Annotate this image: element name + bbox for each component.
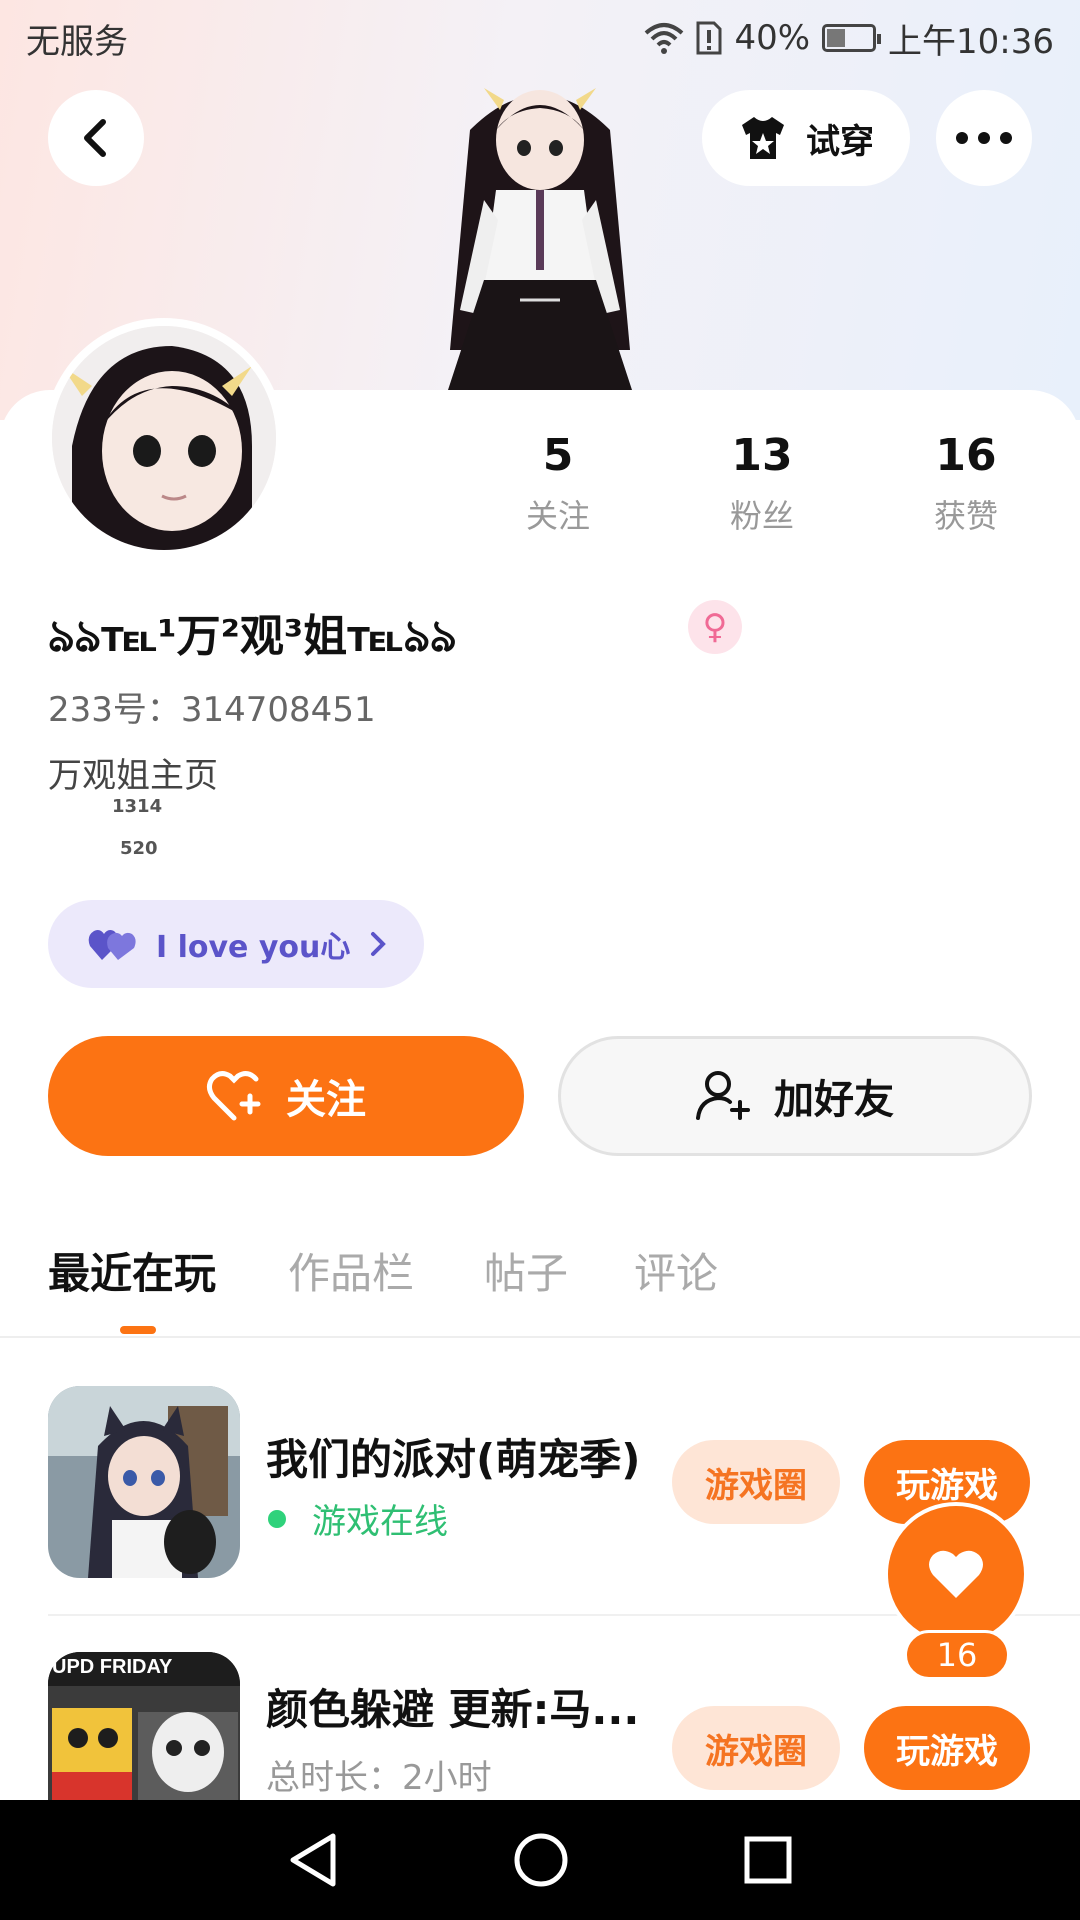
carrier-label: 无服务 <box>26 21 128 62</box>
back-button[interactable] <box>48 90 144 186</box>
tab-comments[interactable]: 评论 <box>634 1240 718 1301</box>
profile-stats: 5 关注 13 粉丝 16 获赞 <box>0 430 1080 550</box>
double-heart-icon <box>88 930 136 960</box>
status-icons: 40% 上午10:36 <box>644 14 1054 63</box>
try-on-label: 试穿 <box>806 121 874 162</box>
more-dots-icon <box>956 132 1012 144</box>
chevron-left-icon <box>84 119 106 157</box>
game-title: 我们的派对(萌宠季) <box>266 1435 641 1484</box>
like-floating-button[interactable] <box>884 1502 1028 1646</box>
user-id: 233号：314708451 <box>48 690 376 730</box>
tshirt-star-icon <box>742 117 784 159</box>
wifi-icon <box>645 23 684 54</box>
tab-recent-played[interactable]: 最近在玩 <box>48 1240 216 1301</box>
bio-line: 520 <box>120 838 158 859</box>
nav-recents-icon[interactable] <box>743 1835 793 1885</box>
add-friend-button[interactable]: 加好友 <box>558 1036 1032 1156</box>
stat-likes[interactable]: 16 获赞 <box>886 430 1046 537</box>
clock: 上午10:36 <box>888 21 1054 62</box>
add-friend-label: 加好友 <box>774 1077 894 1123</box>
sim-alert-icon <box>696 21 722 55</box>
stat-value: 16 <box>935 430 997 481</box>
status-bar: 无服务 40% 上午10:36 <box>0 0 1080 76</box>
stat-value: 13 <box>731 430 793 481</box>
game-icon-caption: UPD FRIDAY <box>52 1656 173 1678</box>
online-status-dot <box>268 1510 286 1528</box>
game-status: 游戏在线 <box>312 1502 448 1542</box>
system-navigation-bar <box>0 1800 1080 1920</box>
badge-label: I love you心 <box>156 930 351 965</box>
character-model-image <box>448 88 632 390</box>
battery-icon <box>822 24 882 52</box>
nav-home-icon[interactable] <box>513 1832 569 1888</box>
follow-button[interactable]: 关注 <box>48 1036 524 1156</box>
try-on-button[interactable]: 试穿 <box>702 90 910 186</box>
stat-label: 获赞 <box>933 497 998 535</box>
bio-line: 1314 <box>112 796 163 817</box>
heart-icon <box>929 1550 983 1598</box>
stat-value: 5 <box>542 430 574 481</box>
game-title: 颜色躲避 更新:马... <box>266 1685 640 1734</box>
tab-active-indicator <box>120 1326 156 1334</box>
stat-following[interactable]: 5 关注 <box>478 430 638 537</box>
more-options-button[interactable] <box>936 90 1032 186</box>
tab-works[interactable]: 作品栏 <box>288 1240 414 1301</box>
game-circle-button[interactable]: 游戏圈 <box>672 1706 840 1790</box>
nav-back-icon[interactable] <box>287 1832 339 1888</box>
game-circle-button[interactable]: 游戏圈 <box>672 1440 840 1524</box>
stat-label: 粉丝 <box>729 497 794 535</box>
gender-female-icon: ♀ <box>688 600 742 654</box>
battery-percent: 40% <box>734 18 811 58</box>
heart-plus-icon <box>206 1071 261 1121</box>
like-count-badge: 16 <box>904 1630 1010 1680</box>
cp-badge[interactable]: I love you心 <box>48 900 424 988</box>
nickname: ঌঌ℡¹万²观³姐℡ঌঌ <box>48 611 457 662</box>
game-playtime: 总时长：2小时 <box>266 1758 492 1798</box>
bio: 万观姐主页 <box>48 756 218 796</box>
play-game-button[interactable]: 玩游戏 <box>864 1706 1030 1790</box>
game-icon-party <box>48 1386 240 1578</box>
stat-fans[interactable]: 13 粉丝 <box>682 430 842 537</box>
follow-label: 关注 <box>286 1077 366 1123</box>
tab-posts[interactable]: 帖子 <box>484 1240 568 1301</box>
chevron-right-icon <box>371 932 387 956</box>
divider <box>0 1336 1080 1338</box>
stat-label: 关注 <box>525 497 590 535</box>
add-person-icon <box>696 1071 750 1120</box>
